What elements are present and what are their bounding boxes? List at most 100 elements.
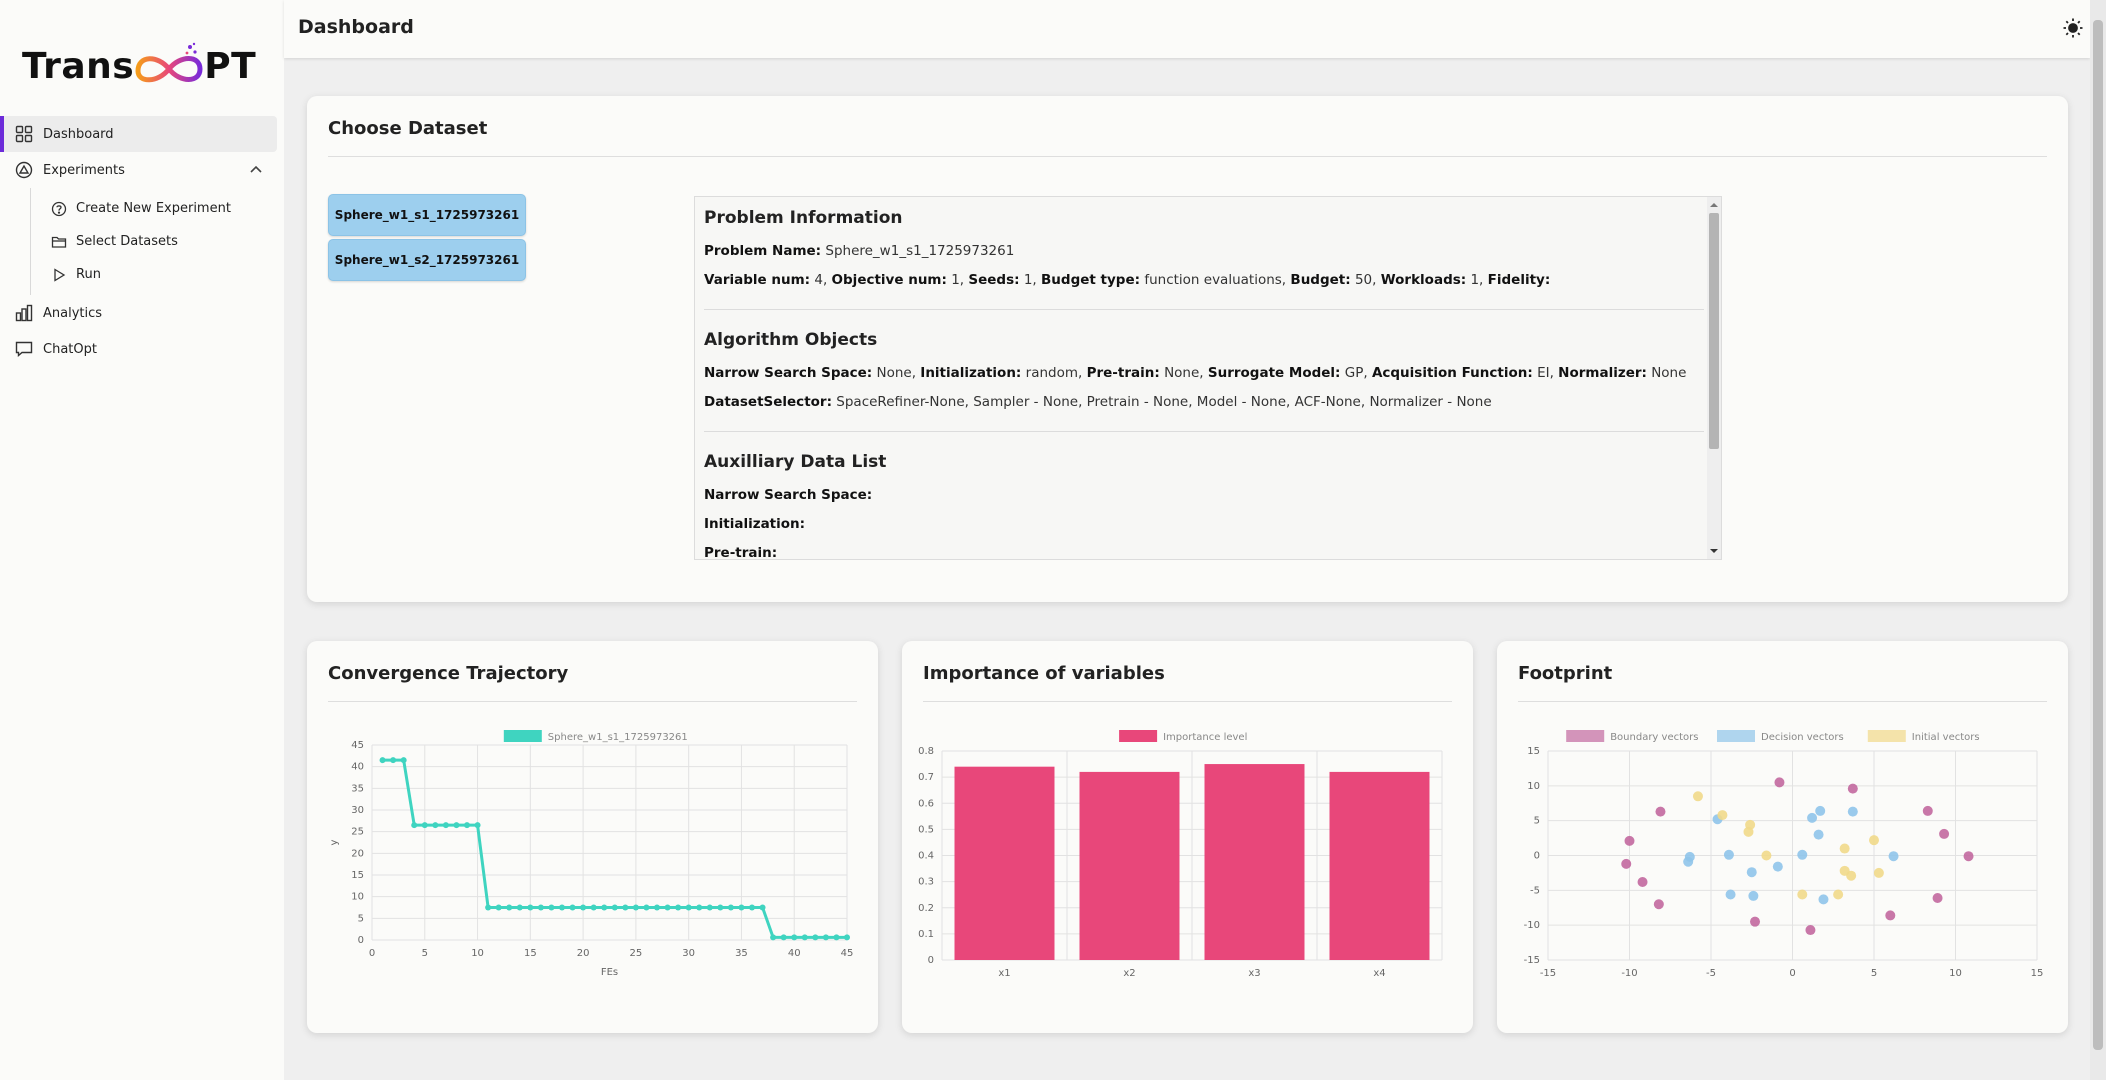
importance-card: Importance of variables Importance level… xyxy=(902,641,1473,1033)
sidebar-item-run[interactable]: Run xyxy=(31,258,284,291)
importance-chart[interactable]: Importance level 0 0.1 0.2 0.3 0.4 0.5 0.6 0.7 0.… xyxy=(902,716,1473,1016)
data-point xyxy=(738,904,745,911)
field-value: EI, xyxy=(1537,365,1554,381)
data-point xyxy=(590,904,597,911)
y-tick-label: 0.7 xyxy=(918,772,934,783)
y-tick-label: 0.2 xyxy=(918,903,934,914)
data-point xyxy=(643,904,650,911)
info-panel-scrollbar[interactable] xyxy=(1707,197,1721,559)
scroll-up-icon[interactable] xyxy=(1707,199,1721,211)
x-tick-label: 25 xyxy=(630,948,643,959)
scatter-point xyxy=(1774,777,1785,788)
bar-chart-icon xyxy=(15,304,33,322)
y-tick-label: 10 xyxy=(1527,781,1540,792)
sidebar-item-dashboard[interactable]: Dashboard xyxy=(0,116,277,152)
transopt-logo[interactable]: Trans PT xyxy=(22,36,256,96)
field-label: Initialization: xyxy=(920,365,1022,381)
folder-icon xyxy=(51,234,67,250)
data-point xyxy=(442,822,449,829)
convergence-chart[interactable]: Sphere_w1_s1_1725973261 0 5 10 15 20 25 30 35 40 4… xyxy=(307,716,878,1016)
field-label: Normalizer: xyxy=(1558,365,1647,381)
info-panel-scrollbar-thumb[interactable] xyxy=(1709,213,1719,449)
data-point xyxy=(664,904,671,911)
field-label: Pre-train: xyxy=(704,545,778,560)
legend-label: Importance level xyxy=(1163,732,1247,743)
sidebar-item-label: Dashboard xyxy=(43,126,114,142)
x-tick-label: 0 xyxy=(1789,968,1795,979)
y-tick-label: 40 xyxy=(351,762,364,773)
dataset-info-panel[interactable]: Problem Information Problem Name: Sphere… xyxy=(694,196,1722,560)
chevron-up-icon[interactable] xyxy=(249,163,263,178)
page-scrollbar[interactable] xyxy=(2090,0,2106,1080)
field-label: Surrogate Model: xyxy=(1207,365,1341,381)
scatter-point xyxy=(1772,861,1783,872)
data-point xyxy=(464,822,470,829)
field-label: Problem Name: xyxy=(704,243,822,259)
dataset-button[interactable]: Sphere_w1_s2_1725973261 xyxy=(328,239,526,281)
data-point xyxy=(801,934,808,941)
scatter-point xyxy=(1797,889,1808,900)
data-point xyxy=(400,757,407,764)
y-tick-label: 0.4 xyxy=(918,851,934,862)
page-scrollbar-thumb[interactable] xyxy=(2093,20,2103,1050)
logo-text-right: PT xyxy=(204,45,257,87)
field-label: Fidelity: xyxy=(1487,272,1551,288)
sidebar-item-select-datasets[interactable]: Select Datasets xyxy=(31,225,284,258)
scatter-point xyxy=(1847,783,1858,794)
algorithm-settings-line: Narrow Search Space: None, Initializatio… xyxy=(704,365,1686,381)
scroll-down-icon[interactable] xyxy=(1707,545,1721,557)
y-tick-label: 0 xyxy=(358,935,364,946)
scatter-point xyxy=(1813,829,1824,840)
sidebar-item-label: Create New Experiment xyxy=(76,201,231,216)
data-point xyxy=(559,904,565,911)
x-tick-label: 0 xyxy=(369,948,375,959)
dataset-button[interactable]: Sphere_w1_s1_1725973261 xyxy=(328,194,526,236)
field-label: Budget: xyxy=(1290,272,1351,288)
x-tick-label: 20 xyxy=(577,948,590,959)
data-point xyxy=(516,904,523,911)
scatter-point xyxy=(1797,849,1808,860)
y-tick-label: 0.8 xyxy=(918,746,934,757)
y-tick-label: 30 xyxy=(351,805,364,816)
sidebar-item-analytics[interactable]: Analytics xyxy=(0,295,277,331)
scatter-point xyxy=(1922,805,1933,816)
legend-label: Sphere_w1_s1_1725973261 xyxy=(548,732,688,743)
card-title: Choose Dataset xyxy=(328,118,488,139)
data-point xyxy=(770,934,777,941)
y-tick-label: 5 xyxy=(358,913,364,924)
x-tick-label: x3 xyxy=(1248,968,1260,979)
scatter-point xyxy=(1692,791,1703,802)
sidebar-item-chatopt[interactable]: ChatOpt xyxy=(0,331,277,367)
y-tick-label: 0 xyxy=(1534,851,1540,862)
data-point xyxy=(611,904,618,911)
convergence-card: Convergence Trajectory Sphere_w1_s1_1725… xyxy=(307,641,878,1033)
sidebar-item-experiments[interactable]: Experiments xyxy=(0,152,277,188)
x-tick-label: -15 xyxy=(1540,968,1556,979)
scatter-point xyxy=(1653,899,1664,910)
field-value: 1, xyxy=(1023,272,1037,288)
legend-swatch xyxy=(1566,730,1605,742)
x-tick-label: x4 xyxy=(1373,968,1385,979)
scatter-point xyxy=(1847,806,1858,817)
y-tick-label: 0.1 xyxy=(918,929,934,940)
x-tick-label: 15 xyxy=(524,948,537,959)
field-label: Variable num: xyxy=(704,272,811,288)
experiments-subnav: Create New Experiment Select Datasets Ru… xyxy=(30,188,284,295)
x-tick-label: 10 xyxy=(1949,968,1962,979)
legend-swatch xyxy=(1119,730,1158,742)
card-title: Footprint xyxy=(1518,663,1613,684)
aux-narrow-search-space: Narrow Search Space: xyxy=(704,487,872,503)
field-value: GP, xyxy=(1344,365,1368,381)
y-tick-label: 5 xyxy=(1534,816,1540,827)
sidebar-item-create-new-experiment[interactable]: Create New Experiment xyxy=(31,192,284,225)
sun-icon[interactable] xyxy=(2062,17,2084,39)
x-tick-label: x2 xyxy=(1123,968,1135,979)
legend-label: Boundary vectors xyxy=(1610,732,1698,743)
data-point xyxy=(749,904,755,911)
data-point xyxy=(685,904,692,911)
footprint-chart[interactable]: Boundary vectors Decision vectors Initial … xyxy=(1497,716,2068,1016)
y-tick-label: -5 xyxy=(1530,885,1540,896)
field-label: Narrow Search Space: xyxy=(704,365,873,381)
y-tick-label: 20 xyxy=(351,848,364,859)
x-tick-label: 40 xyxy=(788,948,801,959)
